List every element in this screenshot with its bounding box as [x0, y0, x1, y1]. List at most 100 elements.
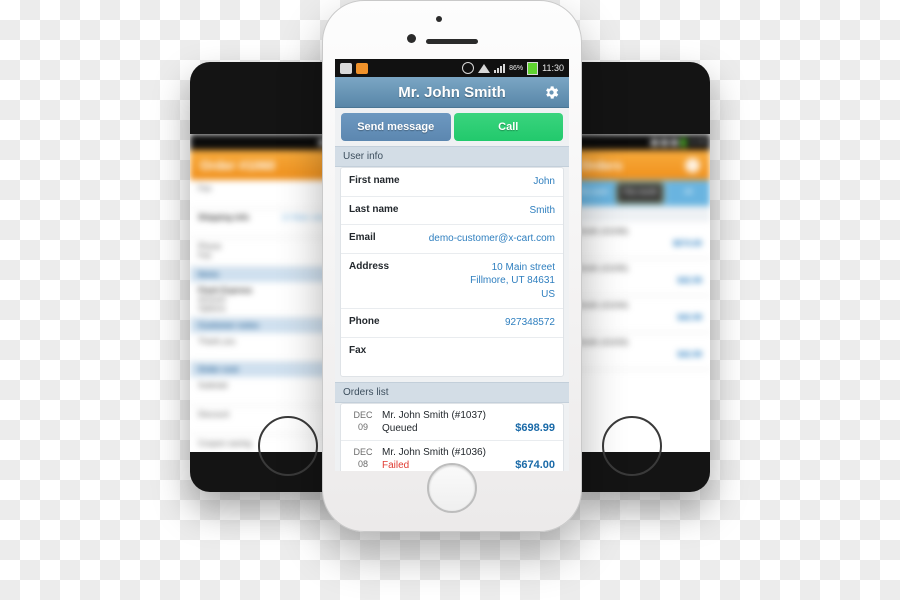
section-header: Items — [190, 267, 340, 282]
foreground-iphone: 86% 11:30 Mr. John Smith Send message Ca… — [322, 0, 582, 532]
list-item[interactable]: Smith (#1035) $42.99 — [578, 259, 710, 296]
order-name: Mr. John Smith (#1037) — [382, 409, 486, 421]
field-label: Address — [349, 260, 390, 272]
orders-list-body: DEC 09 Mr. John Smith (#1037) Queued $69… — [335, 402, 569, 471]
list-item[interactable]: Smith (#1036) $674.00 — [578, 222, 710, 259]
list-item[interactable]: Smith (#1034) $42.99 — [578, 296, 710, 333]
left-phone-screen[interactable]: Order #1060 Fax Shipping info 10 Main st… — [190, 134, 340, 452]
call-button[interactable]: Call — [453, 113, 563, 141]
send-message-button[interactable]: Send message — [341, 113, 451, 141]
action-buttons: Send message Call — [335, 108, 569, 146]
order-name: Smith (#1034) — [578, 301, 629, 310]
order-amount: $42.99 — [677, 276, 702, 285]
screenshot-stage: Order #1060 Fax Shipping info 10 Main st… — [0, 0, 900, 600]
order-amount: $42.99 — [677, 350, 702, 359]
order-amount: $42.99 — [677, 313, 702, 322]
clock: 11:30 — [689, 138, 706, 146]
row-label: Fax — [198, 251, 212, 260]
filter-tabs[interactable]: This week This month All — [578, 180, 710, 206]
iphone-screen[interactable]: 86% 11:30 Mr. John Smith Send message Ca… — [335, 59, 569, 471]
row-label: Discount — [198, 410, 230, 419]
row-label: Amount — [198, 295, 226, 304]
tab-this-week[interactable]: This week — [578, 180, 614, 206]
battery-icon — [681, 137, 686, 147]
home-button[interactable] — [427, 463, 477, 513]
earpiece-speaker — [426, 39, 478, 44]
page-title: Mr. John Smith — [398, 83, 506, 101]
list-item[interactable]: Smith (#1033) $42.99 — [578, 333, 710, 370]
row-label: Thank you — [198, 337, 236, 346]
image-icon — [340, 62, 352, 74]
table-row[interactable]: Fax — [341, 338, 563, 376]
gear-icon[interactable] — [685, 157, 700, 173]
field-label: Fax — [349, 344, 367, 356]
right-header-title: Orders — [580, 157, 623, 173]
field-value: 927348572 — [504, 317, 555, 328]
user-info-body: First name John Last name Smith Email de… — [335, 167, 569, 382]
wifi-icon — [478, 63, 491, 73]
home-button[interactable] — [258, 416, 318, 476]
table-row[interactable]: Address 10 Main street Fillmore, UT 8463… — [341, 254, 563, 309]
user-info-card: First name John Last name Smith Email de… — [340, 167, 564, 377]
status-bar: 86% 11:30 — [335, 59, 569, 77]
order-name: Mr. John Smith (#1036) — [382, 446, 486, 458]
section-header: Customer notes — [190, 318, 340, 333]
list-item[interactable]: Fax — [190, 180, 340, 209]
order-amount: $674.00 — [515, 458, 555, 471]
order-amount: $674.00 — [673, 239, 702, 248]
background-phone-right[interactable]: 11:30 Orders This week This month All Sm… — [578, 62, 710, 492]
home-button[interactable] — [602, 416, 662, 476]
front-camera — [407, 34, 416, 43]
clock: 11:30 — [542, 63, 564, 73]
field-label: First name — [349, 175, 400, 186]
search-band — [578, 206, 710, 222]
table-row[interactable]: Phone 927348572 — [341, 309, 563, 338]
list-item[interactable]: DEC 09 Mr. John Smith (#1037) Queued $69… — [341, 404, 563, 441]
left-header: Order #1060 — [190, 150, 340, 180]
field-value: John — [533, 176, 555, 187]
row-label: Options — [198, 304, 226, 313]
app-header: Mr. John Smith — [335, 77, 569, 108]
proximity-sensor — [436, 16, 442, 22]
background-phone-left[interactable]: Order #1060 Fax Shipping info 10 Main st… — [190, 62, 340, 492]
signal-icon — [671, 138, 678, 146]
row-label: Shipping info — [198, 213, 250, 222]
status-badge: Queued — [382, 422, 418, 434]
order-name: Smith (#1033) — [578, 338, 629, 347]
list-item[interactable]: Shipping info 10 Main street — [190, 209, 340, 238]
row-label: Subtotal — [198, 381, 228, 390]
row-label: Flash Express — [198, 286, 253, 295]
row-label: Fax — [198, 184, 212, 193]
order-amount: $698.99 — [515, 421, 555, 434]
table-row[interactable]: Last name Smith — [341, 197, 563, 225]
wifi-icon — [661, 138, 668, 146]
table-row[interactable]: Email demo-customer@x-cart.com — [341, 225, 563, 254]
tab-all[interactable]: All — [665, 180, 710, 206]
list-item[interactable]: Flash Express Amount Options — [190, 282, 340, 318]
list-item: Thank you — [190, 333, 340, 362]
gear-icon[interactable] — [543, 84, 560, 101]
signal-icon — [494, 63, 506, 73]
sd-card-icon — [356, 62, 368, 74]
table-row[interactable]: First name John — [341, 168, 563, 197]
tab-this-month[interactable]: This month — [616, 182, 664, 204]
orders-list-card: DEC 09 Mr. John Smith (#1037) Queued $69… — [340, 402, 564, 471]
battery-percent: 86% — [509, 64, 524, 72]
row-label: Coupon saving — [198, 439, 252, 448]
field-value: demo-customer@x-cart.com — [428, 233, 555, 244]
field-label: Phone — [349, 316, 380, 327]
status-icon — [651, 138, 658, 146]
list-item: Subtotal — [190, 377, 340, 406]
order-date: DEC 08 — [353, 447, 373, 469]
battery-icon — [527, 61, 539, 75]
row-label: Phone — [198, 242, 222, 251]
field-value: 10 Main street Fillmore, UT 84631 US — [470, 261, 555, 300]
orders-list-section-header: Orders list — [335, 381, 569, 403]
right-phone-screen[interactable]: 11:30 Orders This week This month All Sm… — [578, 134, 710, 452]
field-label: Last name — [349, 203, 399, 215]
right-status-bar: 11:30 — [578, 134, 710, 150]
list-item[interactable]: Phone Fax — [190, 238, 340, 267]
field-value: Smith — [529, 204, 555, 216]
order-name: Smith (#1036) — [578, 227, 629, 236]
right-header: Orders — [578, 150, 710, 180]
